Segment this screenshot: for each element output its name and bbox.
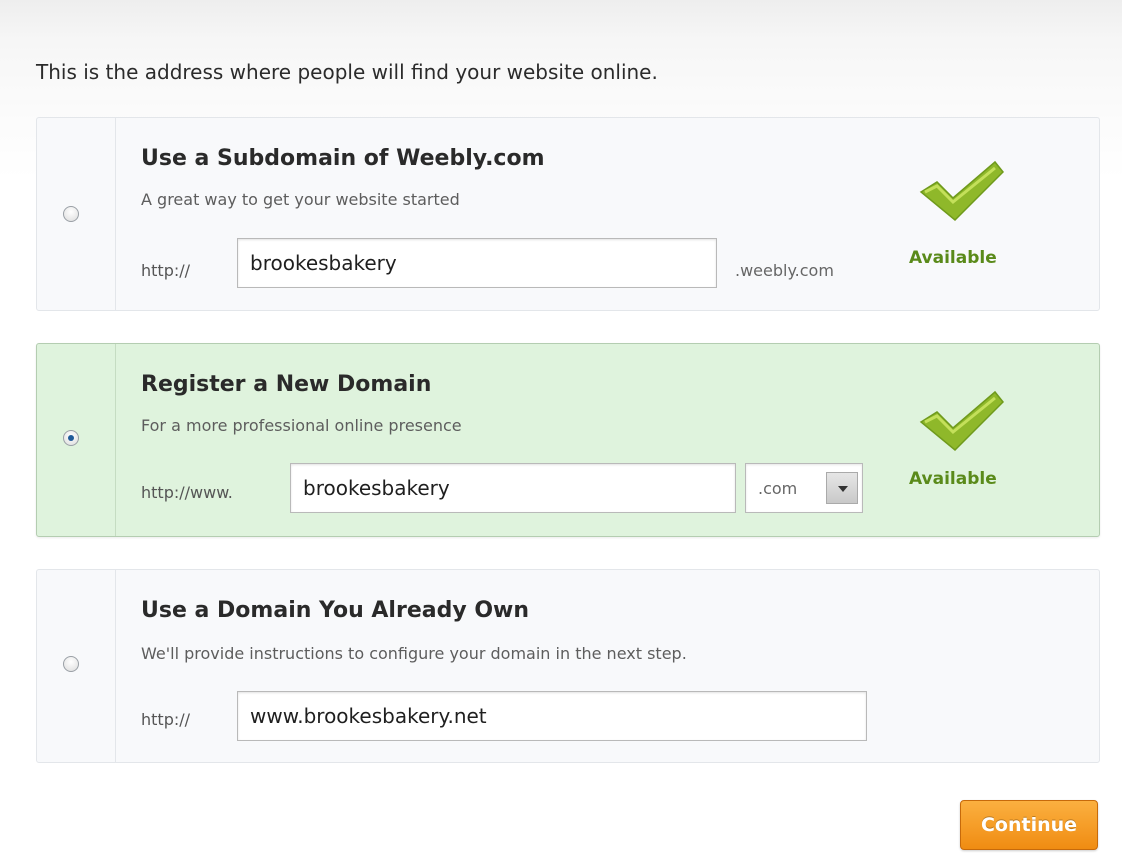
subdomain-input[interactable]: brookesbakery	[237, 238, 717, 288]
radio-column	[37, 570, 116, 762]
option-existing-domain[interactable]: Use a Domain You Already Own We'll provi…	[36, 569, 1100, 763]
option-title: Use a Domain You Already Own	[141, 598, 530, 623]
tld-select[interactable]: .com	[745, 463, 863, 513]
availability-status: Available	[909, 248, 997, 268]
domain-name-input[interactable]: brookesbakery	[290, 463, 736, 513]
url-prefix: http://www.	[141, 483, 233, 502]
check-mark-icon	[919, 160, 1005, 222]
subdomain-radio[interactable]	[63, 206, 79, 222]
check-mark-icon	[919, 390, 1005, 452]
option-subtitle: We'll provide instructions to configure …	[141, 644, 687, 663]
tld-selected-value: .com	[758, 479, 798, 498]
continue-button[interactable]: Continue	[960, 800, 1098, 850]
option-title: Use a Subdomain of Weebly.com	[141, 146, 545, 171]
existing-domain-input[interactable]: www.brookesbakery.net	[237, 691, 867, 741]
radio-column	[37, 118, 116, 310]
chevron-down-icon[interactable]	[826, 472, 858, 504]
intro-text: This is the address where people will fi…	[36, 60, 658, 84]
url-prefix: http://	[141, 261, 191, 280]
option-register-domain[interactable]: Register a New Domain For a more profess…	[36, 343, 1100, 537]
existing-domain-radio[interactable]	[63, 656, 79, 672]
availability-status: Available	[909, 469, 997, 489]
option-title: Register a New Domain	[141, 372, 432, 397]
option-subdomain[interactable]: Use a Subdomain of Weebly.com A great wa…	[36, 117, 1100, 311]
option-subtitle: For a more professional online presence	[141, 416, 462, 435]
option-subtitle: A great way to get your website started	[141, 190, 460, 209]
subdomain-suffix: .weebly.com	[735, 261, 834, 280]
url-prefix: http://	[141, 710, 191, 729]
radio-selected-dot	[68, 435, 74, 441]
radio-column	[37, 344, 116, 536]
register-domain-radio[interactable]	[63, 430, 79, 446]
